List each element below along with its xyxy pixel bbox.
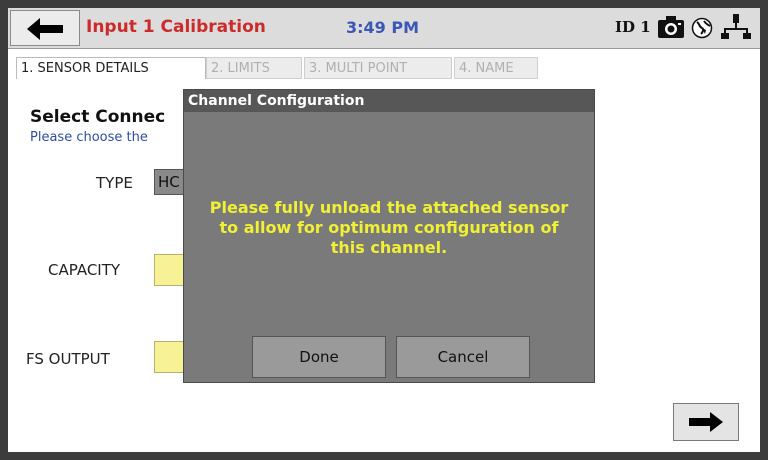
device-frame: Input 1 Calibration 3:49 PM ID 1 1. SENS…	[0, 0, 768, 460]
header-bar: Input 1 Calibration 3:49 PM ID 1	[8, 8, 760, 49]
camera-icon[interactable]	[658, 16, 684, 38]
dialog-message: Please fully unload the attached sensor …	[209, 198, 569, 257]
section-subtitle: Please choose the	[30, 130, 148, 145]
section-title: Select Connec	[30, 107, 166, 127]
tab-multi-point[interactable]: 3. MULTI POINT	[304, 57, 452, 79]
cancel-button[interactable]: Cancel	[396, 336, 530, 378]
network-icon[interactable]	[721, 14, 751, 40]
channel-config-dialog: Channel Configuration Please fully unloa…	[183, 89, 595, 383]
capacity-label: CAPACITY	[48, 261, 121, 279]
back-arrow-icon	[27, 18, 63, 40]
tab-name[interactable]: 4. NAME	[454, 57, 538, 79]
done-button[interactable]: Done	[252, 336, 386, 378]
tab-bar: 1. SENSOR DETAILS 2. LIMITS 3. MULTI POI…	[8, 57, 760, 79]
globe-icon[interactable]	[691, 17, 713, 39]
tab-limits[interactable]: 2. LIMITS	[206, 57, 302, 79]
tab-sensor-details[interactable]: 1. SENSOR DETAILS	[16, 57, 206, 79]
device-id: ID 1	[615, 18, 651, 36]
forward-arrow-icon	[689, 412, 723, 432]
next-button[interactable]	[673, 403, 739, 441]
back-button[interactable]	[10, 10, 80, 46]
dialog-title: Channel Configuration	[184, 90, 594, 112]
fs-output-label: FS OUTPUT	[26, 350, 110, 368]
clock: 3:49 PM	[346, 18, 420, 37]
type-label: TYPE	[96, 174, 133, 192]
screen: Input 1 Calibration 3:49 PM ID 1 1. SENS…	[8, 8, 760, 452]
page-title: Input 1 Calibration	[86, 17, 266, 37]
